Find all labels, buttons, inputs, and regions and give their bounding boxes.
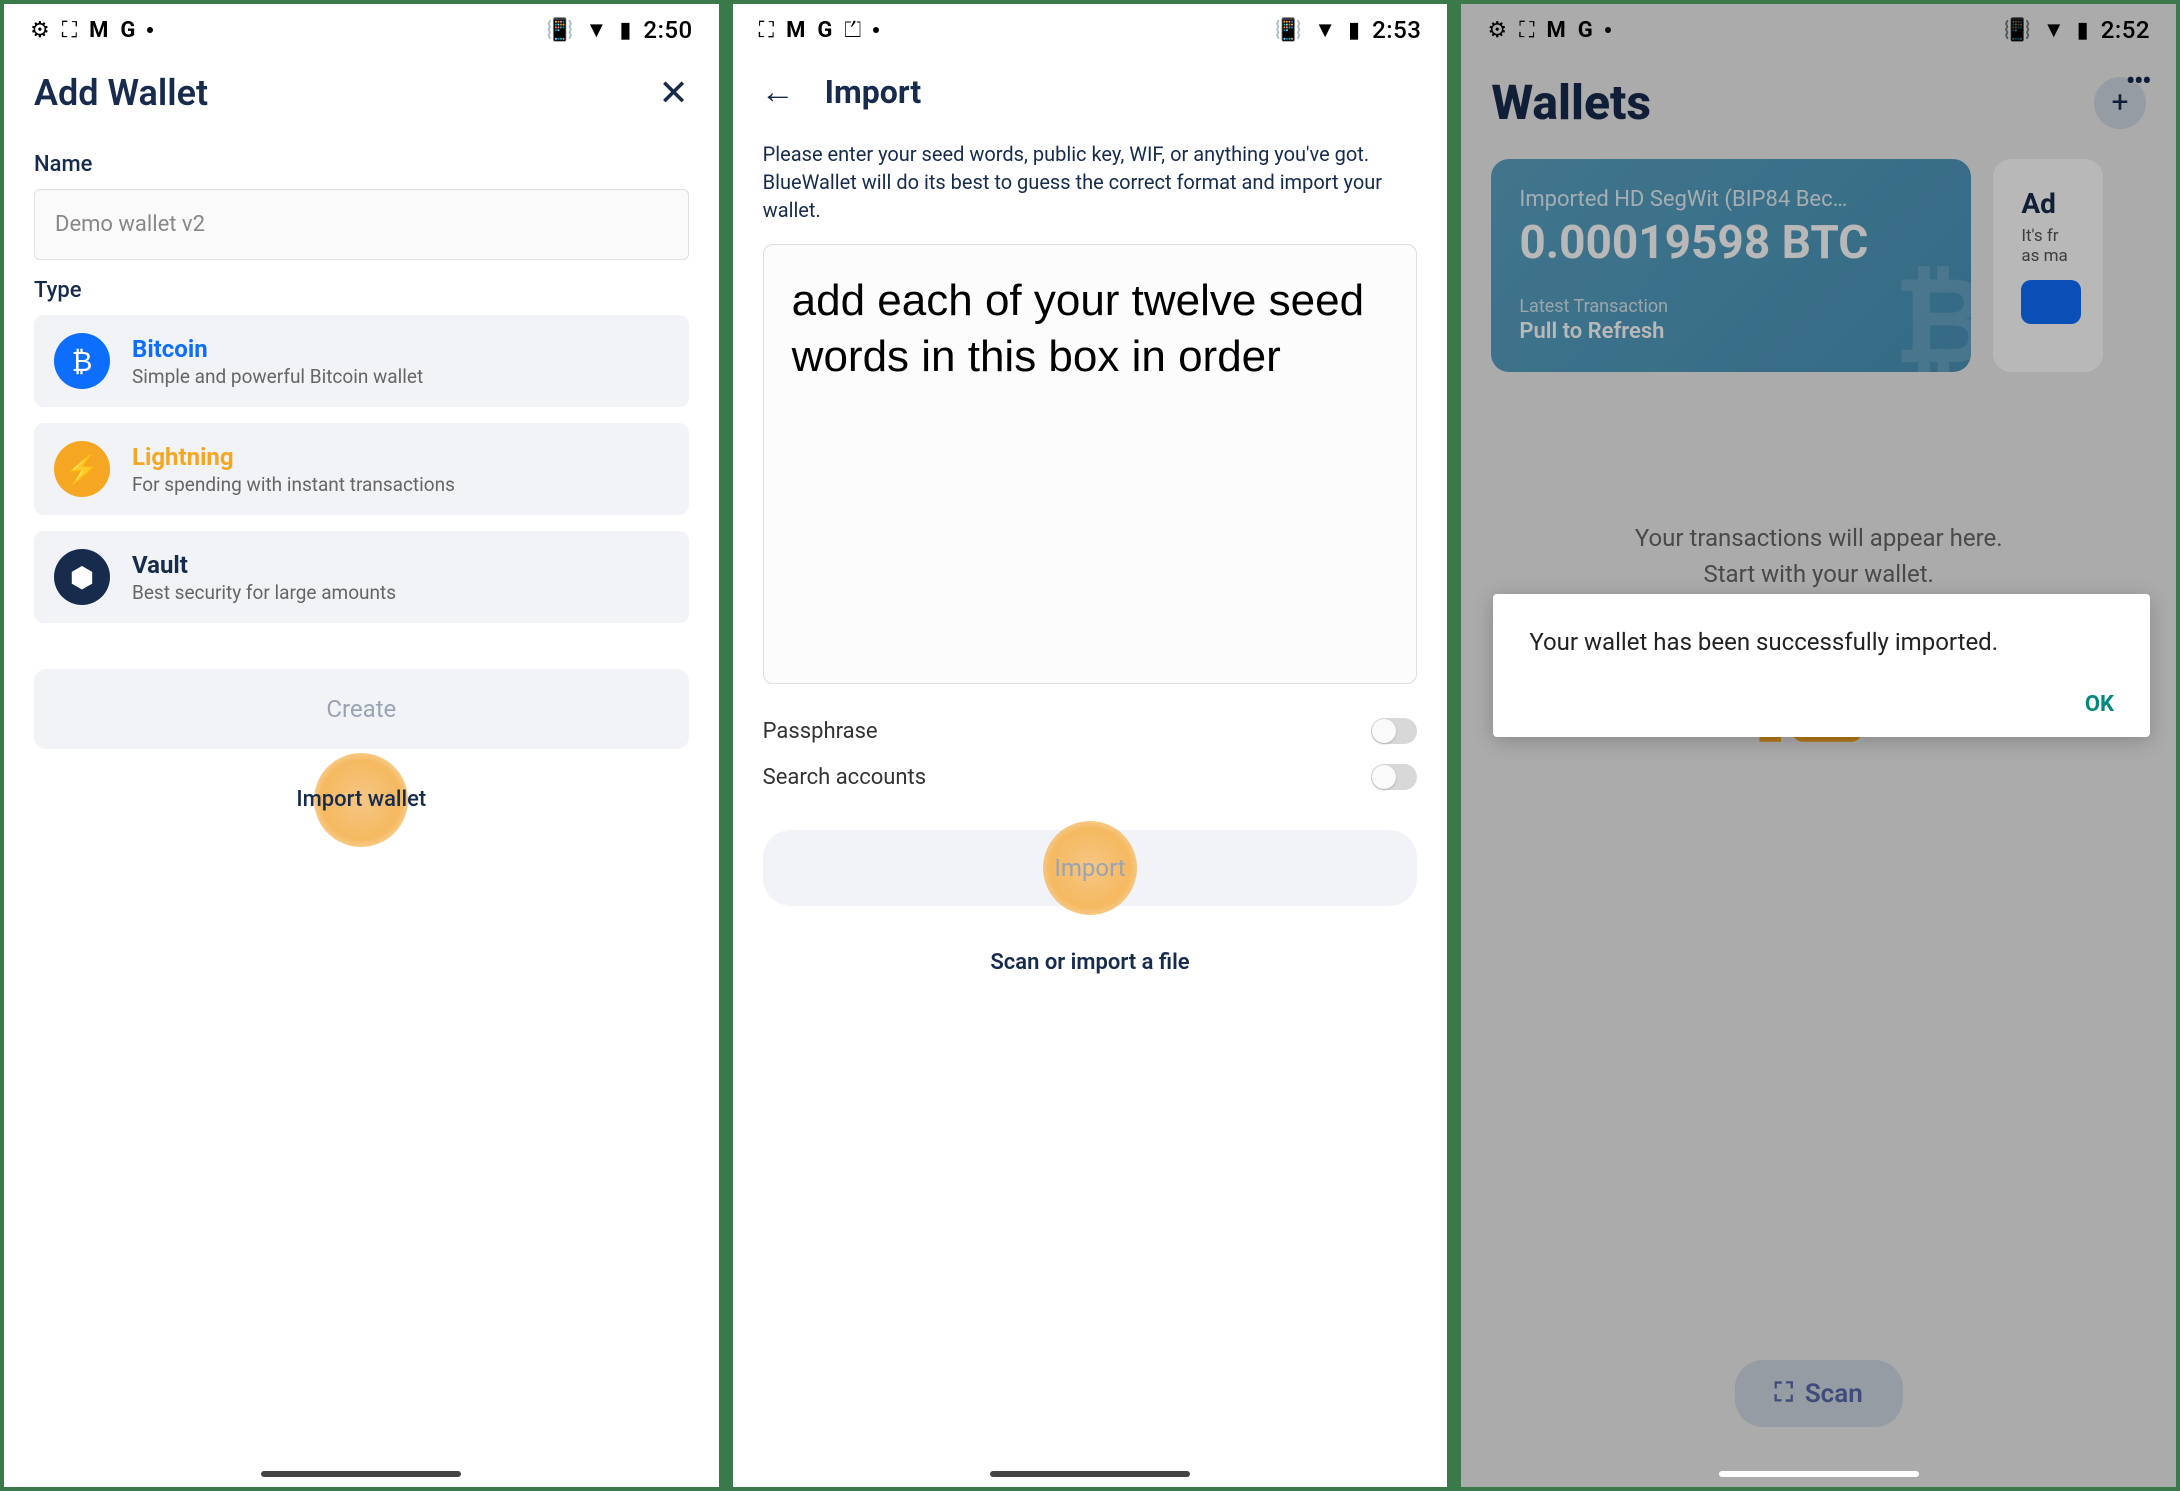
import-button-label: Import bbox=[1054, 854, 1125, 882]
type-title: Vault bbox=[132, 551, 396, 579]
create-button[interactable]: Create bbox=[34, 669, 689, 749]
import-link-label: Import wallet bbox=[296, 787, 426, 812]
scan-or-import-link[interactable]: Scan or import a file bbox=[733, 950, 1448, 975]
seed-input[interactable]: add each of your twelve seed words in th… bbox=[763, 244, 1418, 684]
import-button[interactable]: Import bbox=[763, 830, 1418, 906]
type-label: Type bbox=[34, 278, 689, 303]
status-right: 📳 ▼ ▮ 2:53 bbox=[1275, 16, 1422, 44]
type-sub: For spending with instant transactions bbox=[132, 473, 455, 496]
name-label: Name bbox=[34, 152, 689, 177]
status-left: ⛶ M G ⏍ bbox=[759, 18, 879, 43]
nav-handle[interactable] bbox=[261, 1471, 461, 1477]
battery-icon: ▮ bbox=[1348, 18, 1360, 43]
type-title: Bitcoin bbox=[132, 335, 423, 363]
gmail-icon: M bbox=[786, 18, 805, 43]
vibrate-icon: 📳 bbox=[1275, 18, 1302, 43]
google-icon: G bbox=[817, 18, 832, 43]
instruction-text: Please enter your seed words, public key… bbox=[733, 140, 1448, 224]
type-text: Bitcoin Simple and powerful Bitcoin wall… bbox=[132, 335, 423, 388]
sim-icon: ⛶ bbox=[62, 18, 77, 43]
vault-icon: ⬢ bbox=[54, 549, 110, 605]
wifi-icon: ▼ bbox=[586, 17, 608, 43]
type-sub: Simple and powerful Bitcoin wallet bbox=[132, 365, 423, 388]
status-bar: ⛶ M G ⏍ 📳 ▼ ▮ 2:53 bbox=[733, 4, 1448, 52]
lightning-icon: ⚡ bbox=[54, 441, 110, 497]
content: Name Type ₿ Bitcoin Simple and powerful … bbox=[4, 134, 719, 812]
back-arrow-icon[interactable]: ← bbox=[761, 72, 795, 112]
passphrase-toggle[interactable] bbox=[1371, 718, 1417, 744]
battery-icon: ▮ bbox=[619, 18, 631, 43]
search-accounts-row: Search accounts bbox=[733, 754, 1448, 800]
gmail-icon: M bbox=[89, 18, 108, 43]
type-sub: Best security for large amounts bbox=[132, 581, 396, 604]
google-icon: G bbox=[120, 18, 135, 43]
seed-placeholder-text: add each of your twelve seed words in th… bbox=[792, 273, 1389, 386]
header: ← Import bbox=[733, 52, 1448, 132]
status-bar: ⚙ ⛶ M G 📳 ▼ ▮ 2:50 bbox=[4, 4, 719, 52]
type-option-bitcoin[interactable]: ₿ Bitcoin Simple and powerful Bitcoin wa… bbox=[34, 315, 689, 407]
search-accounts-toggle[interactable] bbox=[1371, 764, 1417, 790]
passphrase-label: Passphrase bbox=[763, 719, 878, 744]
close-icon[interactable]: ✕ bbox=[659, 72, 689, 114]
status-right: 📳 ▼ ▮ 2:50 bbox=[546, 16, 693, 44]
call-icon: ⏍ bbox=[844, 18, 861, 43]
screen-wallets: ⚙ ⛶ M G 📳 ▼ ▮ 2:52 ••• Wallets + Importe… bbox=[1461, 4, 2176, 1487]
clock: 2:53 bbox=[1372, 16, 1421, 44]
status-dot bbox=[873, 27, 879, 33]
sim-icon: ⛶ bbox=[759, 18, 774, 43]
wifi-icon: ▼ bbox=[1314, 17, 1336, 43]
type-option-vault[interactable]: ⬢ Vault Best security for large amounts bbox=[34, 531, 689, 623]
import-wallet-link[interactable]: Import wallet bbox=[34, 787, 689, 812]
type-text: Vault Best security for large amounts bbox=[132, 551, 396, 604]
page-title: Add Wallet bbox=[34, 72, 208, 114]
dialog-ok-button[interactable]: OK bbox=[1529, 692, 2114, 717]
screen-import: ⛶ M G ⏍ 📳 ▼ ▮ 2:53 ← Import Please enter… bbox=[733, 4, 1448, 1487]
vibrate-icon: 📳 bbox=[546, 18, 573, 43]
nav-handle[interactable] bbox=[990, 1471, 1190, 1477]
search-accounts-label: Search accounts bbox=[763, 765, 926, 790]
type-title: Lightning bbox=[132, 443, 455, 471]
nav-handle[interactable] bbox=[1719, 1471, 1919, 1477]
gear-icon: ⚙ bbox=[30, 18, 50, 43]
status-left: ⚙ ⛶ M G bbox=[30, 18, 153, 43]
dialog-message: Your wallet has been successfully import… bbox=[1529, 626, 2114, 660]
bitcoin-icon: ₿ bbox=[54, 333, 110, 389]
screen-add-wallet: ⚙ ⛶ M G 📳 ▼ ▮ 2:50 Add Wallet ✕ Name Typ… bbox=[4, 4, 719, 1487]
wallet-name-input[interactable] bbox=[34, 189, 689, 260]
type-text: Lightning For spending with instant tran… bbox=[132, 443, 455, 496]
clock: 2:50 bbox=[643, 16, 692, 44]
type-option-lightning[interactable]: ⚡ Lightning For spending with instant tr… bbox=[34, 423, 689, 515]
header: Add Wallet ✕ bbox=[4, 52, 719, 134]
passphrase-row: Passphrase bbox=[733, 708, 1448, 754]
status-dot bbox=[147, 27, 153, 33]
success-dialog: Your wallet has been successfully import… bbox=[1493, 594, 2150, 737]
overlay[interactable] bbox=[1461, 4, 2176, 1487]
page-title: Import bbox=[825, 73, 921, 111]
